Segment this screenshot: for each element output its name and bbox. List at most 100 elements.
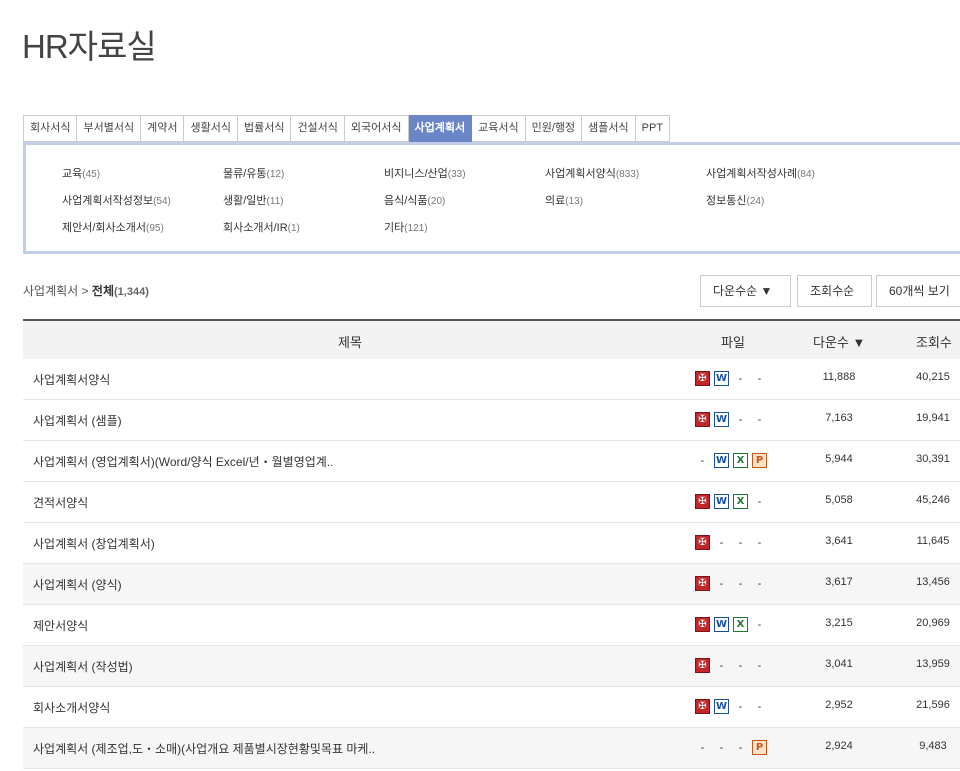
word-file-icon[interactable]: W	[714, 453, 729, 468]
file-icons: ✠ W - -	[695, 699, 767, 714]
file-icons: ✠ - - -	[695, 658, 767, 673]
pdf-file-icon[interactable]: ✠	[695, 699, 710, 714]
no-file-placeholder: -	[757, 536, 762, 549]
row-views: 19,941	[916, 412, 950, 424]
subcategory-name: 생활/일반	[223, 195, 267, 207]
subcategory-item[interactable]: 정보통신(24)	[706, 193, 867, 209]
row-title-link[interactable]: 사업계획서 (창업계획서)	[33, 535, 155, 552]
tab-2[interactable]: 계약서	[141, 115, 185, 142]
tab-8[interactable]: 교육서식	[472, 115, 526, 142]
row-views: 45,246	[916, 494, 950, 506]
subcategory-name: 물류/유통	[223, 168, 267, 180]
no-file-placeholder: -	[719, 741, 724, 754]
subcategory-item[interactable]: 회사소개서/IR(1)	[223, 220, 384, 236]
pdf-file-icon[interactable]: ✠	[695, 412, 710, 427]
excel-file-icon[interactable]: X	[733, 494, 748, 509]
subcategory-name: 제안서/회사소개서	[62, 222, 147, 234]
page-title: HR자료실	[22, 28, 157, 65]
table-row: 사업계획서 (영업계획서)(Word/양식 Excel/년・월별영업계.. - W X…	[23, 441, 960, 482]
word-file-icon[interactable]: W	[714, 371, 729, 386]
tab-0[interactable]: 회사서식	[23, 115, 78, 142]
tab-1[interactable]: 부서별서식	[77, 115, 142, 142]
per-page-select[interactable]: 60개씩 보기	[876, 275, 960, 307]
header-downloads[interactable]: 다운수 ▼	[813, 332, 865, 351]
row-title-link[interactable]: 사업계획서 (제조업,도・소매)(사업개요 제품별시장현황및목표 마케..	[33, 740, 375, 757]
subcategory-item[interactable]: 의료(13)	[545, 193, 706, 209]
no-file-placeholder: -	[738, 413, 743, 426]
excel-file-icon[interactable]: X	[733, 617, 748, 632]
subcategory-item[interactable]: 사업계획서양식(833)	[545, 166, 706, 182]
row-views: 30,391	[916, 453, 950, 465]
subcategory-item[interactable]: 사업계획서작성정보(54)	[62, 193, 223, 209]
no-file-placeholder: -	[738, 577, 743, 590]
row-title-link[interactable]: 사업계획서 (샘플)	[33, 412, 122, 429]
tab-10[interactable]: 샘플서식	[582, 115, 636, 142]
row-title-link[interactable]: 사업계획서 (양식)	[33, 576, 122, 593]
row-views: 13,959	[916, 658, 950, 670]
breadcrumb-current: 전체	[91, 284, 114, 298]
ppt-file-icon[interactable]: P	[752, 453, 767, 468]
table-row: 제안서양식 ✠ W X - 3,215 20,969	[23, 605, 960, 646]
subcategory-item[interactable]: 음식/식품(20)	[384, 193, 545, 209]
file-icons: ✠ W X -	[695, 617, 767, 632]
subcategory-item[interactable]: 물류/유통(12)	[223, 166, 384, 182]
table-body: 사업계획서양식 ✠ W - -11,888 40,215 사업계획서 (샘플) ✠ W - -7,1…	[23, 359, 960, 769]
tab-11[interactable]: PPT	[635, 115, 671, 142]
subcategory-count: (45)	[82, 169, 101, 180]
sort-by-downloads-button[interactable]: 다운수순 ▼	[700, 275, 791, 307]
subcategory-count: (11)	[266, 196, 284, 207]
subcategory-count: (84)	[797, 169, 815, 180]
tab-4[interactable]: 법률서식	[237, 115, 292, 142]
row-downloads: 3,617	[825, 576, 853, 588]
row-title-link[interactable]: 사업계획서 (영업계획서)(Word/양식 Excel/년・월별영업계..	[33, 453, 334, 470]
tab-6[interactable]: 외국어서식	[344, 115, 409, 142]
pdf-file-icon[interactable]: ✠	[695, 617, 710, 632]
no-file-placeholder: -	[757, 495, 762, 508]
word-file-icon[interactable]: W	[714, 494, 729, 509]
row-views: 40,215	[916, 371, 950, 383]
subcategory-item[interactable]: 기타(121)	[384, 220, 545, 236]
no-file-placeholder: -	[757, 372, 762, 385]
tab-9[interactable]: 민원/행정	[525, 115, 583, 142]
row-title-link[interactable]: 견적서양식	[33, 494, 88, 511]
subcategory-item[interactable]: 제안서/회사소개서(95)	[62, 220, 223, 236]
subcategory-item[interactable]: 사업계획서작성사례(84)	[706, 166, 867, 182]
no-file-placeholder: -	[719, 536, 724, 549]
subcategory-count: (95)	[146, 223, 164, 234]
file-icons: ---P	[695, 740, 767, 755]
subcategory-grid: 교육(45) 물류/유통(12) 비지니스/산업(33) 사업계획서양식(833) 사업…	[62, 166, 867, 236]
row-title-link[interactable]: 사업계획서 (작성법)	[33, 658, 133, 675]
subcategory-name: 사업계획서양식	[545, 168, 616, 180]
pdf-file-icon[interactable]: ✠	[695, 371, 710, 386]
excel-file-icon[interactable]: X	[733, 453, 748, 468]
word-file-icon[interactable]: W	[714, 699, 729, 714]
pdf-file-icon[interactable]: ✠	[695, 658, 710, 673]
header-views[interactable]: 조회수	[916, 332, 952, 351]
subcategory-item[interactable]: 교육(45)	[62, 166, 223, 182]
pdf-file-icon[interactable]: ✠	[695, 494, 710, 509]
no-file-placeholder: -	[738, 700, 743, 713]
breadcrumb-section[interactable]: 사업계획서	[23, 284, 78, 298]
sort-by-views-button[interactable]: 조회수순	[797, 275, 872, 307]
word-file-icon[interactable]: W	[714, 617, 729, 632]
tab-5[interactable]: 건설서식	[291, 115, 345, 142]
subcategory-item[interactable]: 생활/일반(11)	[223, 193, 384, 209]
tab-7[interactable]: 사업계획서	[408, 115, 473, 143]
table-row: 사업계획서 (양식) ✠ - - -3,617 13,456	[23, 564, 960, 605]
row-downloads: 3,641	[825, 535, 853, 547]
subcategory-name: 사업계획서작성정보	[62, 195, 154, 207]
word-file-icon[interactable]: W	[714, 412, 729, 427]
row-downloads: 5,944	[825, 453, 853, 465]
pdf-file-icon[interactable]: ✠	[695, 576, 710, 591]
subcategory-item[interactable]: 비지니스/산업(33)	[384, 166, 545, 182]
ppt-file-icon[interactable]: P	[752, 740, 767, 755]
row-title-link[interactable]: 제안서양식	[33, 617, 88, 634]
tab-3[interactable]: 생활서식	[184, 115, 238, 142]
row-downloads: 2,952	[825, 699, 853, 711]
pdf-file-icon[interactable]: ✠	[695, 535, 710, 550]
file-icons: ✠ W - -	[695, 412, 767, 427]
row-title-link[interactable]: 회사소개서양식	[33, 699, 110, 716]
no-file-placeholder: -	[700, 454, 705, 467]
row-title-link[interactable]: 사업계획서양식	[33, 371, 110, 388]
no-file-placeholder: -	[719, 577, 724, 590]
